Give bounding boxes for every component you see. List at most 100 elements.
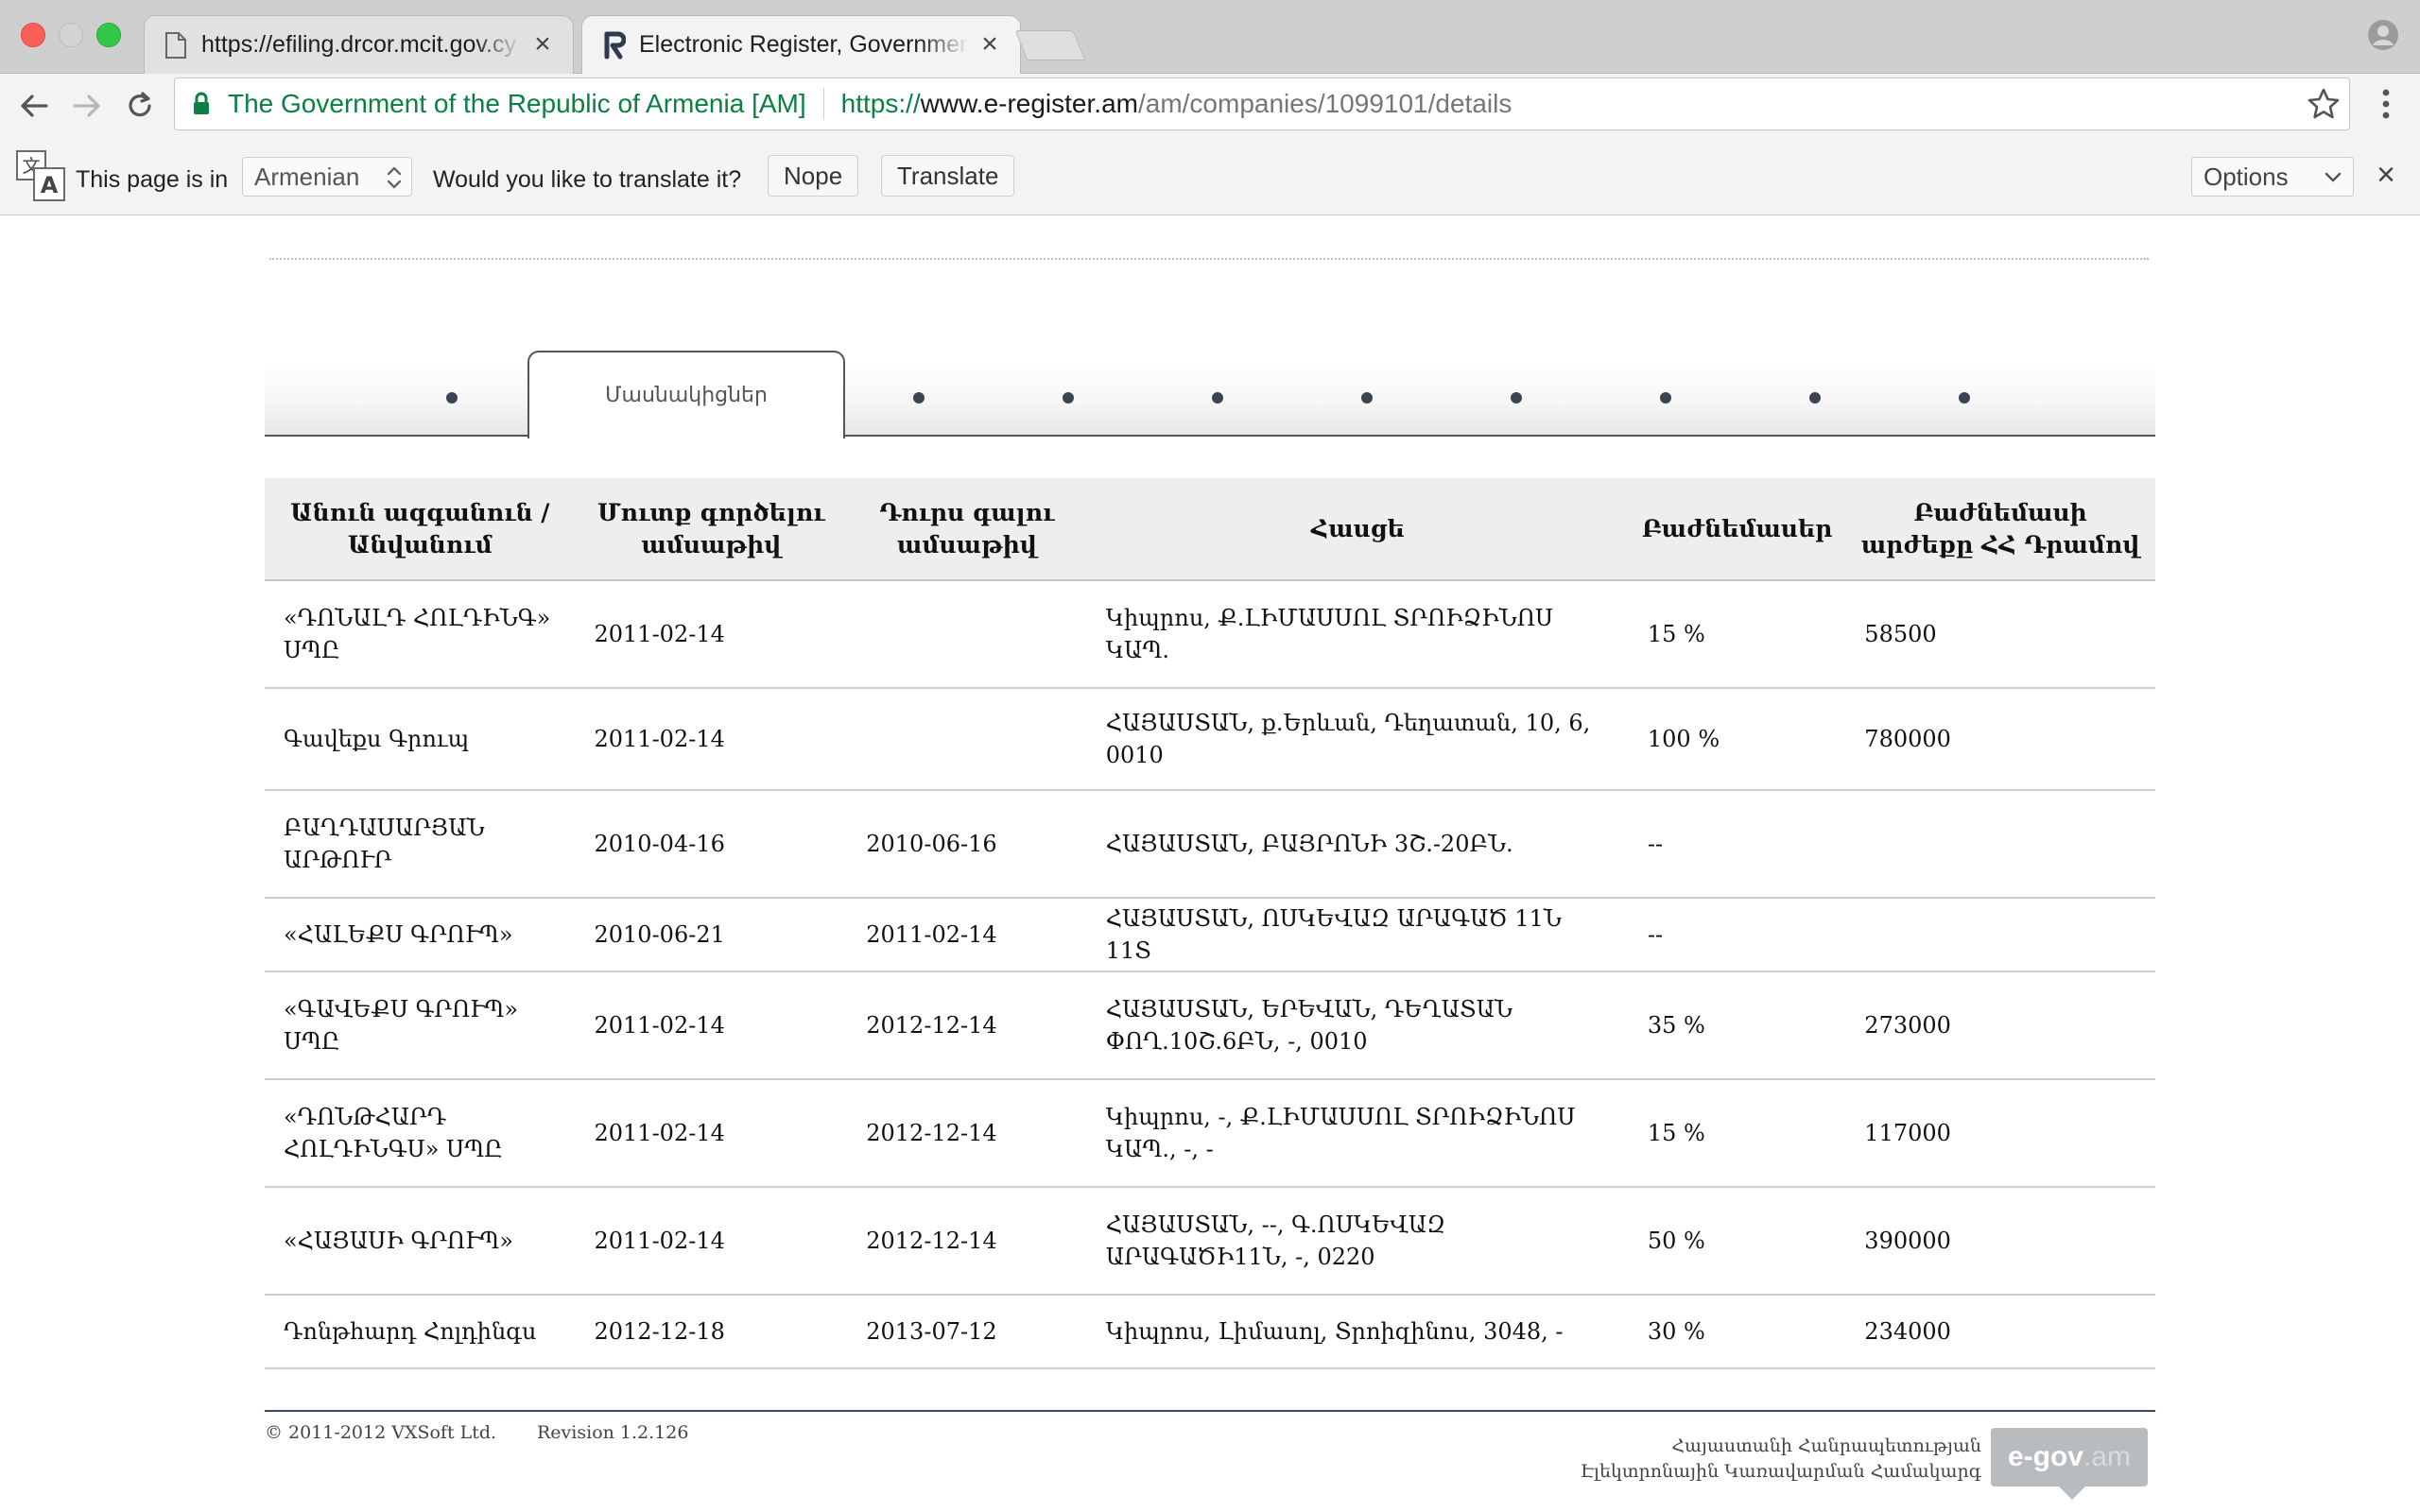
- e-register-favicon-icon: [604, 31, 626, 59]
- table-row: Դոնթհարդ Հոլդինգս 2012-12-18 2013-07-12 …: [265, 1295, 2155, 1369]
- table-row: «ԴՈՆԹՀԱՐԴ ՀՈԼԴԻՆԳՍ» ՍՊԸ 2011-02-14 2012-…: [265, 1079, 2155, 1188]
- cell-value: [1845, 898, 2155, 972]
- header-address: Հասցե: [1086, 478, 1629, 581]
- footer-rule: [265, 1410, 2155, 1412]
- cell-entry-date: 2011-02-14: [575, 1187, 848, 1296]
- tab-dot-10[interactable]: [1959, 392, 1970, 404]
- cell-share: 30 %: [1628, 1295, 1846, 1369]
- cell-exit-date: 2012-12-14: [847, 971, 1087, 1080]
- cell-name: «ՀԱՅԱՍԻ ԳՐՈՒՊ»: [265, 1187, 576, 1296]
- browser-menu-icon[interactable]: [2369, 85, 2403, 123]
- tab-dot-7[interactable]: [1511, 392, 1522, 404]
- chevron-down-icon: [2325, 172, 2342, 182]
- tab-participants[interactable]: Մասնակիցներ: [527, 351, 845, 438]
- address-bar[interactable]: The Government of the Republic of Armeni…: [174, 77, 2350, 130]
- section-divider: [269, 258, 2149, 260]
- cell-share: --: [1628, 790, 1846, 899]
- url-host: www.e-register.am: [920, 89, 1138, 118]
- translate-options-label: Options: [2204, 163, 2289, 191]
- cell-value: 58500: [1845, 580, 2155, 689]
- cell-share: 50 %: [1628, 1187, 1846, 1296]
- translate-button[interactable]: Translate: [881, 155, 1015, 197]
- bookmark-star-icon[interactable]: [2307, 87, 2341, 121]
- cell-share: --: [1628, 898, 1846, 972]
- address-url[interactable]: https://www.e-register.am/am/companies/1…: [841, 89, 1512, 119]
- cell-exit-date: 2013-07-12: [847, 1295, 1087, 1369]
- window-zoom-button[interactable]: [96, 23, 121, 47]
- header-share-value: Բաժնեմասի արժեքը ՀՀ Դրամով: [1845, 478, 2155, 581]
- cell-share: 35 %: [1628, 971, 1846, 1080]
- company-details-tabs: Մասնակիցներ: [265, 351, 2155, 438]
- cell-address: Կիպրոս, Ք.ԼԻՄԱՍՍՈԼ ՏՐՈԻՁԻՆՈՍ ԿԱՊ.: [1086, 580, 1629, 689]
- footer-organization: Հայաստանի Հանրապետության Էլեկտրոնային Կա…: [1512, 1434, 1981, 1485]
- cell-entry-date: 2011-02-14: [575, 971, 848, 1080]
- header-exit-date: Դուրս գալու ամսաթիվ: [847, 478, 1087, 581]
- e-gov-logo-suffix: .am: [2083, 1441, 2132, 1472]
- window-close-button[interactable]: [21, 23, 45, 47]
- cell-entry-date: 2011-02-14: [575, 688, 848, 791]
- forward-button[interactable]: [68, 87, 106, 125]
- footer-org-line-2: Էլեկտրոնային Կառավարման Համակարգ: [1580, 1461, 1981, 1482]
- source-language-select[interactable]: Armenian: [242, 157, 412, 197]
- cell-value: [1845, 790, 2155, 899]
- cell-share: 100 %: [1628, 688, 1846, 791]
- ev-certificate-label[interactable]: The Government of the Republic of Armeni…: [228, 89, 806, 119]
- url-scheme: https://: [840, 89, 921, 118]
- page-content: Մասնակիցներ Անուն ազգանուն / Անվանում Մո…: [0, 216, 2420, 1512]
- tab-dot-4[interactable]: [1063, 392, 1074, 404]
- header-name: Անուն ազգանուն / Անվանում: [265, 478, 576, 581]
- tab-title: https://efiling.drcor.mcit.gov.cy: [201, 31, 516, 58]
- arrow-right-icon: [73, 94, 100, 117]
- cell-address: ՀԱՅԱՍՏԱՆ, ԵՐԵՎԱՆ, ԴԵՂԱՏԱՆ ՓՈՂ.10Շ.6ԲՆ, -…: [1086, 971, 1629, 1080]
- cell-name: «ԴՈՆԱԼԴ ՀՈԼԴԻՆԳ» ՍՊԸ: [265, 580, 576, 689]
- table-row: «ՀԱՅԱՍԻ ԳՐՈՒՊ» 2011-02-14 2012-12-14 ՀԱՅ…: [265, 1187, 2155, 1296]
- translate-bar-close-icon[interactable]: ×: [2373, 159, 2399, 191]
- browser-tab-e-register[interactable]: Electronic Register, Government ×: [581, 15, 1021, 74]
- translate-options-select[interactable]: Options: [2191, 157, 2354, 197]
- cell-name: Գավեքս Գրուպ: [265, 688, 576, 791]
- cell-address: ՀԱՅԱՍՏԱՆ, ք.Երևան, Դեղատան, 10, 6, 0010: [1086, 688, 1629, 791]
- tab-dot-9[interactable]: [1809, 392, 1821, 404]
- cell-address: Կիպրոս, Լիմասոլ, Տրոիզինոս, 3048, -: [1086, 1295, 1629, 1369]
- table-row: «ԳԱՎԵՔՍ ԳՐՈՒՊ» ՍՊԸ 2011-02-14 2012-12-14…: [265, 971, 2155, 1080]
- e-gov-logo-main: e-gov: [2007, 1441, 2083, 1472]
- footer-revision: Revision 1.2.126: [537, 1422, 689, 1443]
- browser-tab-efiling[interactable]: https://efiling.drcor.mcit.gov.cy ×: [144, 15, 574, 74]
- browser-tab-strip: https://efiling.drcor.mcit.gov.cy × Elec…: [0, 0, 2420, 74]
- cell-name: ԲԱՂԴԱՍԱՐՅԱՆ ԱՐԹՈՒՐ: [265, 790, 576, 899]
- tab-close-icon[interactable]: ×: [978, 29, 1001, 58]
- footer-copyright: © 2011-2012 VXSoft Ltd.: [265, 1422, 497, 1443]
- url-path: /am/companies/1099101/details: [1137, 89, 1512, 118]
- window-minimize-button[interactable]: [59, 23, 83, 47]
- table-row: Գավեքս Գրուպ 2011-02-14 ՀԱՅԱՍՏԱՆ, ք.Երևա…: [265, 688, 2155, 791]
- profile-icon[interactable]: [2367, 19, 2399, 51]
- cell-entry-date: 2010-06-21: [575, 898, 848, 972]
- cell-exit-date: 2012-12-14: [847, 1079, 1087, 1188]
- back-button[interactable]: [15, 87, 53, 125]
- table-row: «ՀԱԼԵՔՍ ԳՐՈՒՊ» 2010-06-21 2011-02-14 ՀԱՅ…: [265, 898, 2155, 972]
- header-entry-date: Մուտք գործելու ամսաթիվ: [575, 478, 848, 581]
- new-tab-button[interactable]: [1014, 30, 1086, 60]
- cell-entry-date: 2011-02-14: [575, 580, 848, 689]
- tab-dot-8[interactable]: [1660, 392, 1671, 404]
- tab-dot-3[interactable]: [913, 392, 925, 404]
- nope-button[interactable]: Nope: [768, 155, 859, 197]
- tab-dot-5[interactable]: [1212, 392, 1223, 404]
- header-shares: Բաժնեմասեր: [1628, 478, 1846, 581]
- e-gov-logo[interactable]: e-gov.am: [1991, 1428, 2148, 1500]
- tab-close-icon[interactable]: ×: [531, 29, 554, 58]
- cell-name: «ՀԱԼԵՔՍ ԳՐՈՒՊ»: [265, 898, 576, 972]
- cell-name: «ԳԱՎԵՔՍ ԳՐՈՒՊ» ՍՊԸ: [265, 971, 576, 1080]
- svg-text:A: A: [41, 172, 59, 198]
- tab-dot-1[interactable]: [446, 392, 458, 404]
- cell-address: ՀԱՅԱՍՏԱՆ, --, Գ.ՈՍԿԵՎԱԶ ԱՐԱԳԱԾԻ11Ն, -, 0…: [1086, 1187, 1629, 1296]
- cell-exit-date: 2011-02-14: [847, 898, 1087, 972]
- arrow-left-icon: [21, 94, 48, 117]
- cell-share: 15 %: [1628, 1079, 1846, 1188]
- participants-table: Անուն ազգանուն / Անվանում Մուտք գործելու…: [265, 478, 2155, 1369]
- cell-value: 390000: [1845, 1187, 2155, 1296]
- table-row: ԲԱՂԴԱՍԱՐՅԱՆ ԱՐԹՈՒՐ 2010-04-16 2010-06-16…: [265, 790, 2155, 899]
- cell-address: ՀԱՅԱՍՏԱՆ, ՈՍԿԵՎԱԶ ԱՐԱԳԱԾ 11Ն 11Տ: [1086, 898, 1629, 972]
- tab-dot-6[interactable]: [1361, 392, 1373, 404]
- reload-button[interactable]: [121, 87, 159, 125]
